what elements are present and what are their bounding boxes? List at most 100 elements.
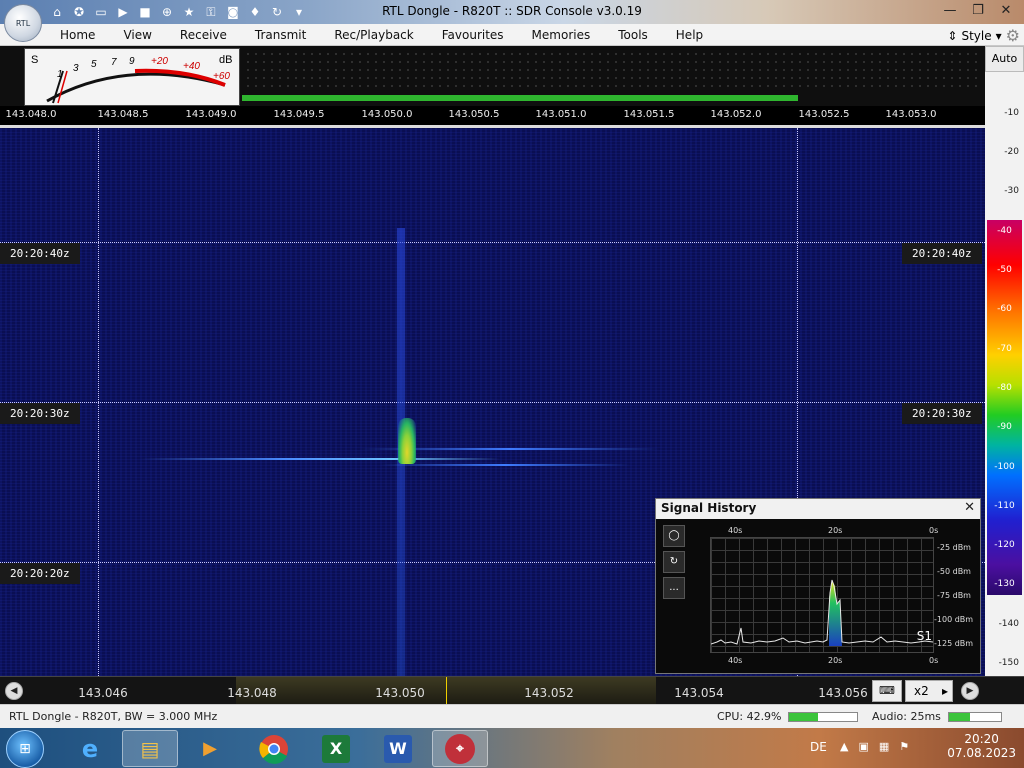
tuning-cursor[interactable]: [446, 677, 447, 705]
window-title: RTL Dongle - R820T :: SDR Console v3.0.1…: [382, 4, 642, 18]
tray-flag-icon[interactable]: ⚑: [899, 740, 909, 753]
colorbar-label: -40: [997, 226, 1012, 236]
keyboard-icon[interactable]: ⌨: [872, 680, 902, 702]
s-meter-dial: S dB 1 3 5 7 9 +20 +40 +60: [31, 54, 232, 104]
meter-tick: 1: [57, 69, 63, 80]
meter-tick: +20: [151, 56, 168, 67]
zoom-selector[interactable]: x2 ▸: [905, 680, 953, 702]
ruler-tick: 143.049.0: [185, 109, 237, 120]
style-dropdown[interactable]: ⇕ Style ▾ ⚙: [947, 26, 1020, 45]
dbm-label: -125 dBm: [934, 639, 974, 648]
signal-burst: [398, 418, 416, 464]
scale-label: -150: [998, 658, 1019, 668]
ruler-tick: 143.050.0: [361, 109, 413, 120]
ruler-tick: 143.051.0: [535, 109, 587, 120]
tab-transmit[interactable]: Transmit: [241, 27, 320, 43]
dbm-label: -25 dBm: [937, 543, 971, 552]
clock-time: 20:20: [964, 732, 999, 746]
dbm-label: -50 dBm: [937, 567, 971, 576]
ribbon-tabs: Home View Receive Transmit Rec/Playback …: [46, 27, 717, 43]
audio-status: Audio: 25ms: [872, 710, 941, 723]
explorer-icon[interactable]: ▤: [122, 730, 178, 767]
signal-history-title: Signal History: [656, 499, 980, 519]
swap-icon: ⇕: [947, 28, 958, 43]
time-label: 20:20:30z: [0, 403, 80, 424]
close-icon[interactable]: ✕: [964, 500, 975, 515]
scale-label: -140: [998, 619, 1019, 629]
sdr-console-window: ⌂ ✪ ▭ ▶ ■ ⊕ ★ ⚿ ◙ ♦ ↻ ▾ RTL Dongle - R82…: [0, 0, 1024, 768]
sdr-console-icon[interactable]: ⌖: [432, 730, 488, 767]
ruler-tick: 143.053.0: [885, 109, 937, 120]
cpu-meter-fill: [789, 713, 819, 721]
dbm-label: -75 dBm: [937, 591, 971, 600]
signal-history-plot: [710, 537, 934, 653]
tuning-freq: 143.056: [818, 686, 868, 700]
signal-streak: [140, 458, 500, 460]
scale-label: -10: [1004, 108, 1019, 118]
colorbar-label: -130: [994, 579, 1015, 589]
time-label: 0s: [929, 656, 939, 665]
minimize-icon[interactable]: —: [938, 0, 962, 20]
colorbar-label: -70: [997, 344, 1012, 354]
colorbar-label: -50: [997, 265, 1012, 275]
tab-view[interactable]: View: [109, 27, 165, 43]
ruler-tick: 143.052.0: [710, 109, 762, 120]
tab-tools[interactable]: Tools: [604, 27, 662, 43]
tab-memories[interactable]: Memories: [518, 27, 605, 43]
ruler-tick: 143.048.5: [97, 109, 149, 120]
time-label: 20s: [828, 656, 843, 665]
zoom-value: x2: [914, 684, 929, 698]
time-label: 40s: [728, 656, 743, 665]
start-button[interactable]: ⊞: [6, 730, 44, 768]
maximize-icon[interactable]: ❐: [966, 0, 990, 20]
tuning-bar[interactable]: ◀ 143.046 143.048 143.050 143.052 143.05…: [0, 676, 1024, 705]
tuning-freq: 143.054: [674, 686, 724, 700]
chevron-right-icon: ▸: [941, 684, 948, 698]
tab-home[interactable]: Home: [46, 27, 109, 43]
db-label: dB: [219, 54, 232, 66]
scroll-left-icon[interactable]: ◀: [5, 682, 23, 700]
more-button[interactable]: ...: [663, 577, 685, 599]
tray-network-icon[interactable]: ▦: [879, 740, 889, 753]
tab-receive[interactable]: Receive: [166, 27, 241, 43]
color-scale-bar[interactable]: -40 -50 -60 -70 -80 -90 -100 -110 -120 -…: [987, 220, 1022, 595]
chrome-icon[interactable]: [246, 730, 302, 767]
colorbar-label: -90: [997, 422, 1012, 432]
time-label: 20:20:40z: [0, 243, 80, 264]
time-label: 20:20:40z: [902, 243, 982, 264]
clock[interactable]: 20:20 07.08.2023: [947, 732, 1016, 760]
menu-bar: Home View Receive Transmit Rec/Playback …: [0, 24, 1024, 46]
ie-icon[interactable]: e: [62, 730, 118, 767]
time-label: 20:20:20z: [0, 563, 80, 584]
status-bar: RTL Dongle - R820T, BW = 3.000 MHz CPU: …: [0, 704, 1024, 728]
time-label: 0s: [929, 526, 939, 535]
gear-icon[interactable]: ⚙: [1006, 26, 1020, 45]
word-icon[interactable]: W: [370, 730, 426, 767]
scale-label: -20: [1004, 147, 1019, 157]
tab-favourites[interactable]: Favourites: [428, 27, 518, 43]
time-label: 20s: [828, 526, 843, 535]
meter-tick: +40: [183, 61, 200, 72]
auto-button[interactable]: Auto: [985, 46, 1024, 72]
record-button[interactable]: ◯: [663, 525, 685, 547]
close-icon[interactable]: ✕: [994, 0, 1018, 20]
tray-expand-icon[interactable]: ▲: [840, 740, 848, 753]
bandwidth-bar: [242, 95, 798, 101]
application-menu-button[interactable]: RTL: [4, 4, 42, 42]
spectrum-display[interactable]: [244, 50, 981, 92]
language-indicator[interactable]: DE: [810, 740, 827, 754]
tab-help[interactable]: Help: [662, 27, 717, 43]
chevron-down-icon: ▾: [995, 28, 1002, 43]
media-player-icon[interactable]: ▶: [182, 730, 238, 767]
s-readout: S1: [916, 629, 932, 643]
system-tray: ▲ ▣ ▦ ⚑: [840, 740, 909, 753]
time-label: 20:20:30z: [902, 403, 982, 424]
cpu-meter: [788, 712, 858, 722]
tray-app-icon[interactable]: ▣: [858, 740, 868, 753]
time-label: 40s: [728, 526, 743, 535]
excel-icon[interactable]: X: [308, 730, 364, 767]
tab-rec-playback[interactable]: Rec/Playback: [320, 27, 427, 43]
reset-button[interactable]: ↻: [663, 551, 685, 573]
audio-meter-fill: [949, 713, 970, 721]
scroll-right-icon[interactable]: ▶: [961, 682, 979, 700]
